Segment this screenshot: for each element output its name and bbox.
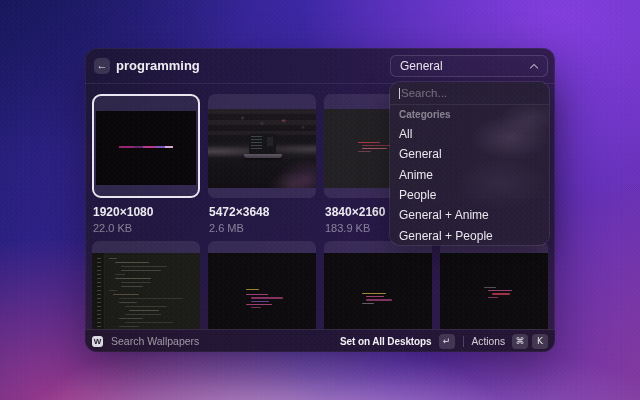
page-title: programming bbox=[116, 58, 200, 73]
wallhaven-app-icon: W bbox=[92, 336, 103, 347]
window-header: ← programming General bbox=[85, 48, 555, 84]
dropdown-item-people[interactable]: People bbox=[390, 185, 549, 205]
wallpaper-thumbnail-5[interactable] bbox=[92, 241, 200, 329]
wallpaper-image-5 bbox=[92, 253, 200, 329]
wallpaper-image-6 bbox=[208, 253, 316, 329]
wallpaper-resolution: 5472×3648 bbox=[208, 206, 316, 219]
dropdown-item-general-anime[interactable]: General + Anime bbox=[390, 205, 549, 225]
return-key-icon: ↵ bbox=[439, 334, 455, 349]
dropdown-item-all[interactable]: All bbox=[390, 124, 549, 144]
category-dropdown-panel: Search... Categories All General Anime P… bbox=[390, 82, 549, 245]
dropdown-item-general[interactable]: General bbox=[390, 144, 549, 164]
category-dropdown-button[interactable]: General bbox=[390, 55, 548, 77]
wallpaper-item-5[interactable] bbox=[92, 241, 200, 329]
command-key-icon: ⌘ bbox=[512, 334, 528, 349]
wallpaper-item-2[interactable]: 5472×3648 2.6 MB bbox=[208, 94, 316, 234]
dropdown-search-placeholder: Search... bbox=[401, 87, 447, 99]
wallpaper-item-1[interactable]: 1920×1080 22.0 KB bbox=[92, 94, 200, 234]
action-bar: W Search Wallpapers Set on All Desktops … bbox=[85, 329, 555, 352]
footer-divider bbox=[463, 336, 464, 347]
dropdown-item-general-people[interactable]: General + People bbox=[390, 225, 549, 245]
wallpaper-thumbnail-7[interactable] bbox=[324, 241, 432, 329]
chevron-up-icon bbox=[531, 63, 538, 70]
wallpaper-resolution: 1920×1080 bbox=[92, 206, 200, 219]
wallpaper-filesize: 22.0 KB bbox=[92, 222, 200, 234]
wallpaper-search-window: ← programming General 1920×1080 22.0 KB bbox=[85, 48, 555, 352]
app-name: Search Wallpapers bbox=[111, 335, 199, 347]
wallpaper-thumbnail-6[interactable] bbox=[208, 241, 316, 329]
actions-menu-label[interactable]: Actions bbox=[472, 336, 505, 347]
wallpaper-image-7 bbox=[324, 253, 432, 329]
wallpaper-item-8[interactable] bbox=[440, 241, 548, 329]
dropdown-item-anime[interactable]: Anime bbox=[390, 165, 549, 185]
text-cursor bbox=[399, 88, 400, 99]
wallpaper-item-6[interactable] bbox=[208, 241, 316, 329]
dropdown-search-field[interactable]: Search... bbox=[390, 82, 549, 105]
category-dropdown-value: General bbox=[400, 59, 443, 73]
k-key-icon: K bbox=[532, 334, 548, 349]
wallpaper-thumbnail-8[interactable] bbox=[440, 241, 548, 329]
wallpaper-thumbnail-2[interactable] bbox=[208, 94, 316, 198]
wallpaper-image-2 bbox=[208, 109, 316, 188]
dropdown-section-label: Categories bbox=[390, 105, 549, 124]
back-button[interactable]: ← bbox=[94, 58, 110, 74]
wallpaper-image-1 bbox=[96, 111, 196, 185]
wallpaper-filesize: 2.6 MB bbox=[208, 222, 316, 234]
back-icon: ← bbox=[97, 59, 108, 71]
primary-action-label[interactable]: Set on All Desktops bbox=[340, 336, 432, 347]
wallpaper-image-8 bbox=[440, 253, 548, 329]
wallpaper-thumbnail-1[interactable] bbox=[92, 94, 200, 198]
wallpaper-item-7[interactable] bbox=[324, 241, 432, 329]
